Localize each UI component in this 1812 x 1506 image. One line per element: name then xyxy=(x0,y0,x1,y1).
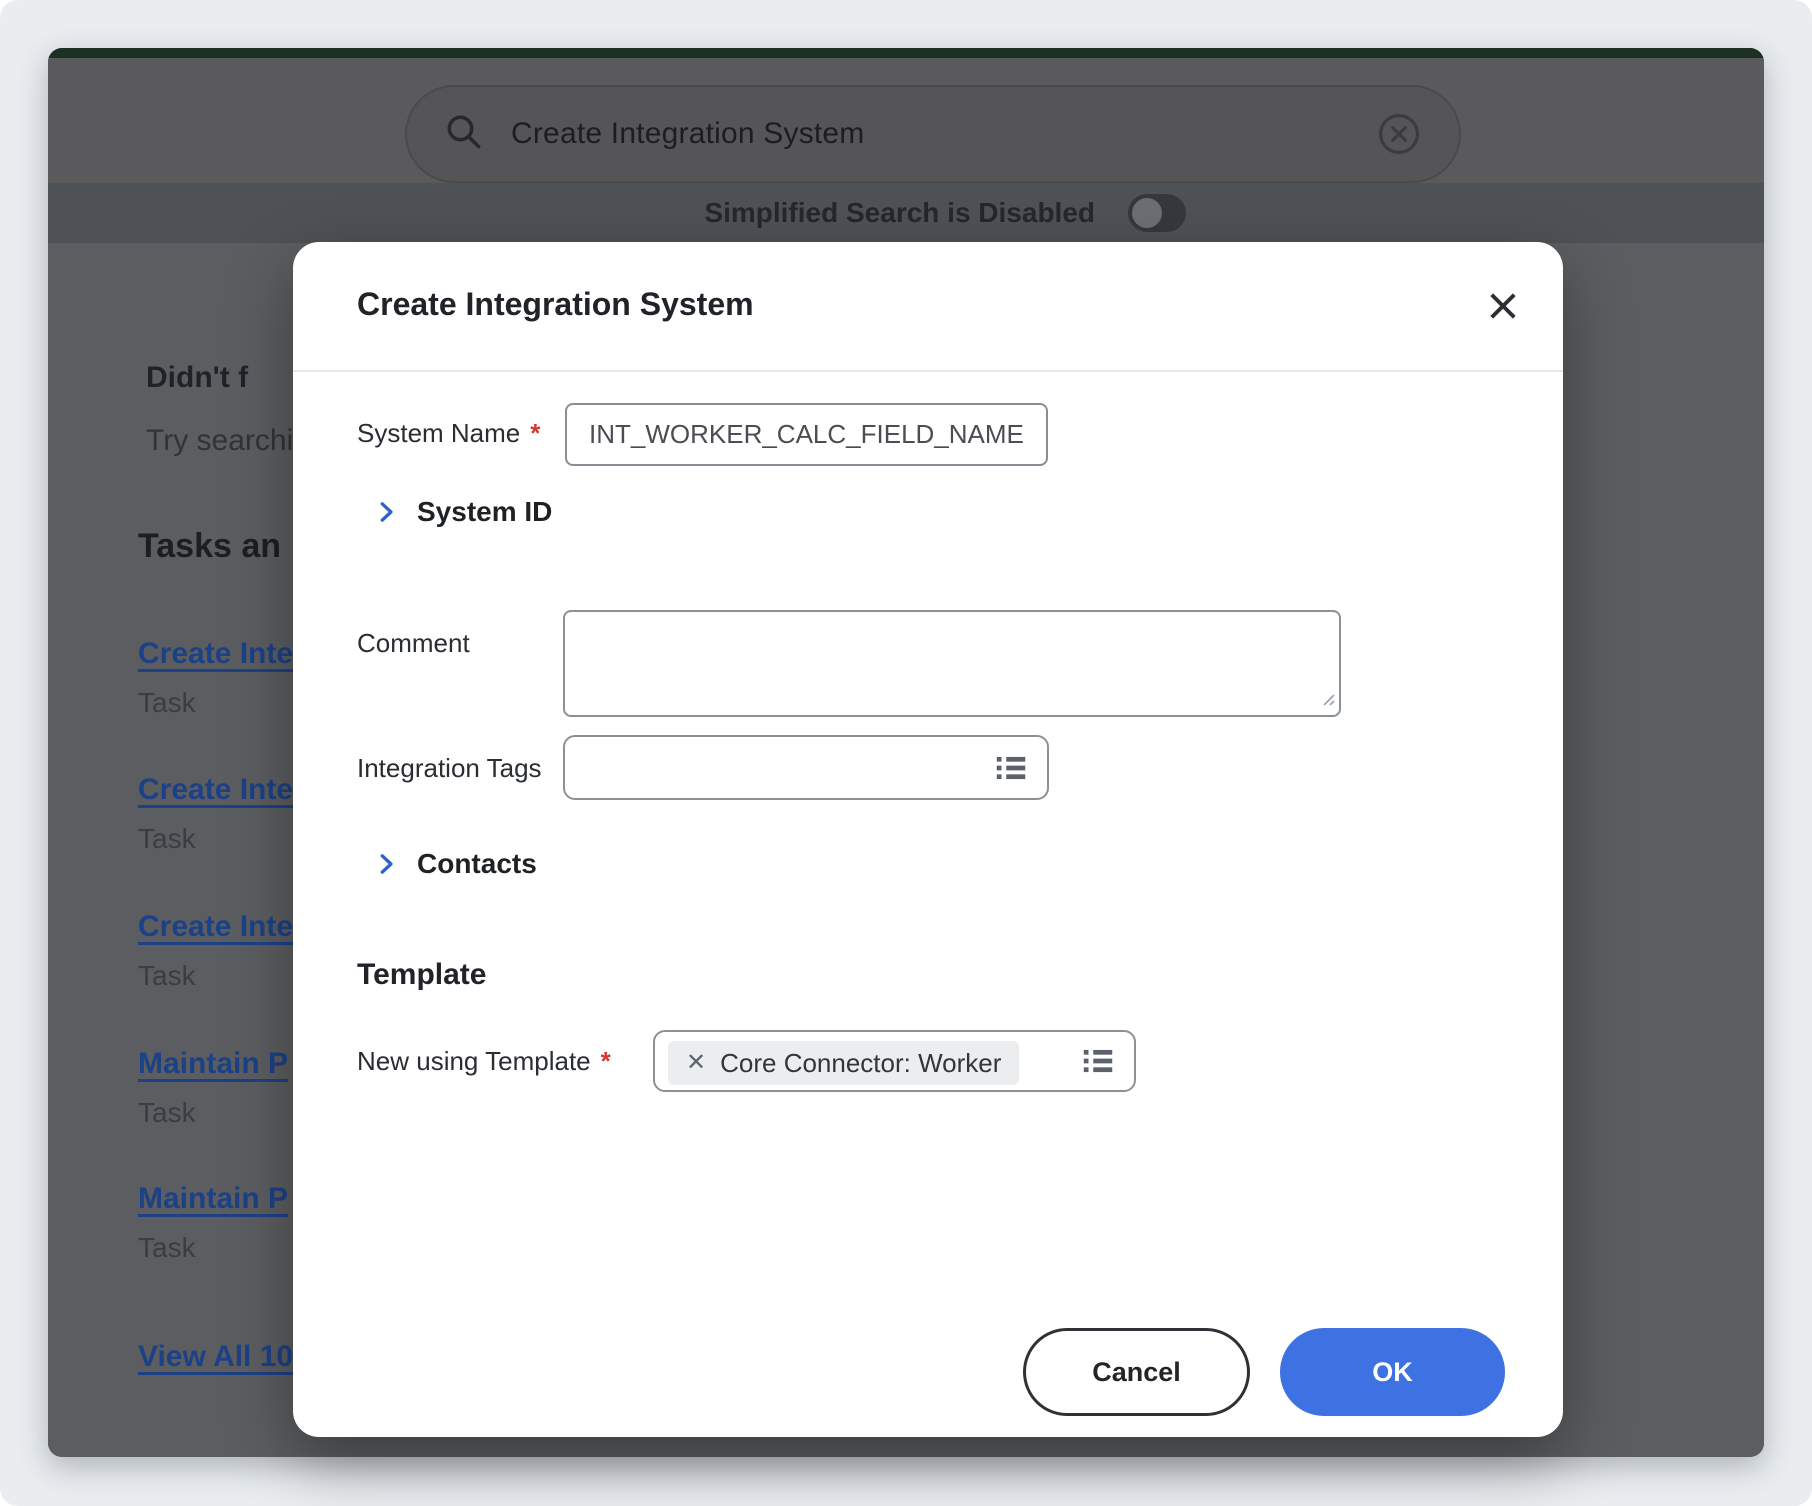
selected-template-chip: ✕ Core Connector: Worker xyxy=(668,1041,1019,1085)
list-menu-icon[interactable] xyxy=(1076,1039,1120,1083)
integration-tags-label: Integration Tags xyxy=(357,753,542,784)
result-item: Create Inte Task xyxy=(138,637,293,719)
search-icon xyxy=(443,111,485,158)
result-link[interactable]: Create Inte xyxy=(138,773,293,806)
comment-label: Comment xyxy=(357,628,470,659)
result-item: Create Inte Task xyxy=(138,910,293,992)
window-top-accent xyxy=(48,48,1764,58)
chip-label: Core Connector: Worker xyxy=(720,1048,1001,1079)
close-icon[interactable] xyxy=(1481,284,1525,328)
result-item: Maintain P Task xyxy=(138,1182,288,1264)
required-asterisk: * xyxy=(530,418,540,448)
search-clear-icon[interactable] xyxy=(1373,108,1425,160)
results-section-heading: Tasks an xyxy=(138,527,281,566)
search-query-text: Create Integration System xyxy=(511,117,865,151)
chevron-right-icon xyxy=(371,849,401,879)
result-type: Task xyxy=(138,1097,288,1129)
simplified-search-bar: Simplified Search is Disabled xyxy=(48,183,1764,243)
integration-tags-input[interactable] xyxy=(563,735,1049,800)
view-all-link[interactable]: View All 10 xyxy=(138,1340,293,1374)
result-type: Task xyxy=(138,960,293,992)
search-header-bar: Create Integration System xyxy=(48,58,1764,183)
result-link[interactable]: Maintain P xyxy=(138,1047,288,1080)
desktop-background: Create Integration System Simplified Sea… xyxy=(0,0,1812,1506)
cancel-button[interactable]: Cancel xyxy=(1023,1328,1250,1416)
new-using-template-input[interactable]: ✕ Core Connector: Worker xyxy=(653,1030,1136,1092)
result-type: Task xyxy=(138,823,293,855)
section-system-id[interactable]: System ID xyxy=(371,496,552,528)
system-name-label: System Name* xyxy=(357,418,540,449)
template-heading: Template xyxy=(357,958,486,992)
section-label: System ID xyxy=(417,496,552,528)
dialog-title: Create Integration System xyxy=(357,286,754,323)
global-search-input[interactable]: Create Integration System xyxy=(405,85,1461,183)
comment-textarea[interactable] xyxy=(563,610,1341,717)
result-item: Create Inte Task xyxy=(138,773,293,855)
chevron-right-icon xyxy=(371,497,401,527)
list-menu-icon[interactable] xyxy=(989,746,1033,790)
create-integration-system-dialog: Create Integration System System Name* S… xyxy=(293,242,1563,1437)
simplified-search-label: Simplified Search is Disabled xyxy=(704,183,1095,243)
didnt-find-heading: Didn't f xyxy=(146,361,248,395)
section-label: Contacts xyxy=(417,848,537,880)
result-link[interactable]: Create Inte xyxy=(138,637,293,670)
result-type: Task xyxy=(138,687,293,719)
section-contacts[interactable]: Contacts xyxy=(371,848,537,880)
ok-button[interactable]: OK xyxy=(1280,1328,1505,1416)
toggle-knob xyxy=(1132,198,1162,228)
system-name-input[interactable] xyxy=(565,403,1048,466)
result-item: Maintain P Task xyxy=(138,1047,288,1129)
chip-remove-icon[interactable]: ✕ xyxy=(686,1051,706,1075)
result-type: Task xyxy=(138,1232,288,1264)
resize-handle-icon[interactable] xyxy=(1318,689,1336,712)
required-asterisk: * xyxy=(601,1046,611,1076)
result-link[interactable]: Maintain P xyxy=(138,1182,288,1215)
new-using-template-label: New using Template* xyxy=(357,1046,611,1077)
simplified-search-toggle[interactable] xyxy=(1128,194,1186,232)
dialog-header-divider xyxy=(293,370,1563,372)
result-link[interactable]: Create Inte xyxy=(138,910,293,943)
